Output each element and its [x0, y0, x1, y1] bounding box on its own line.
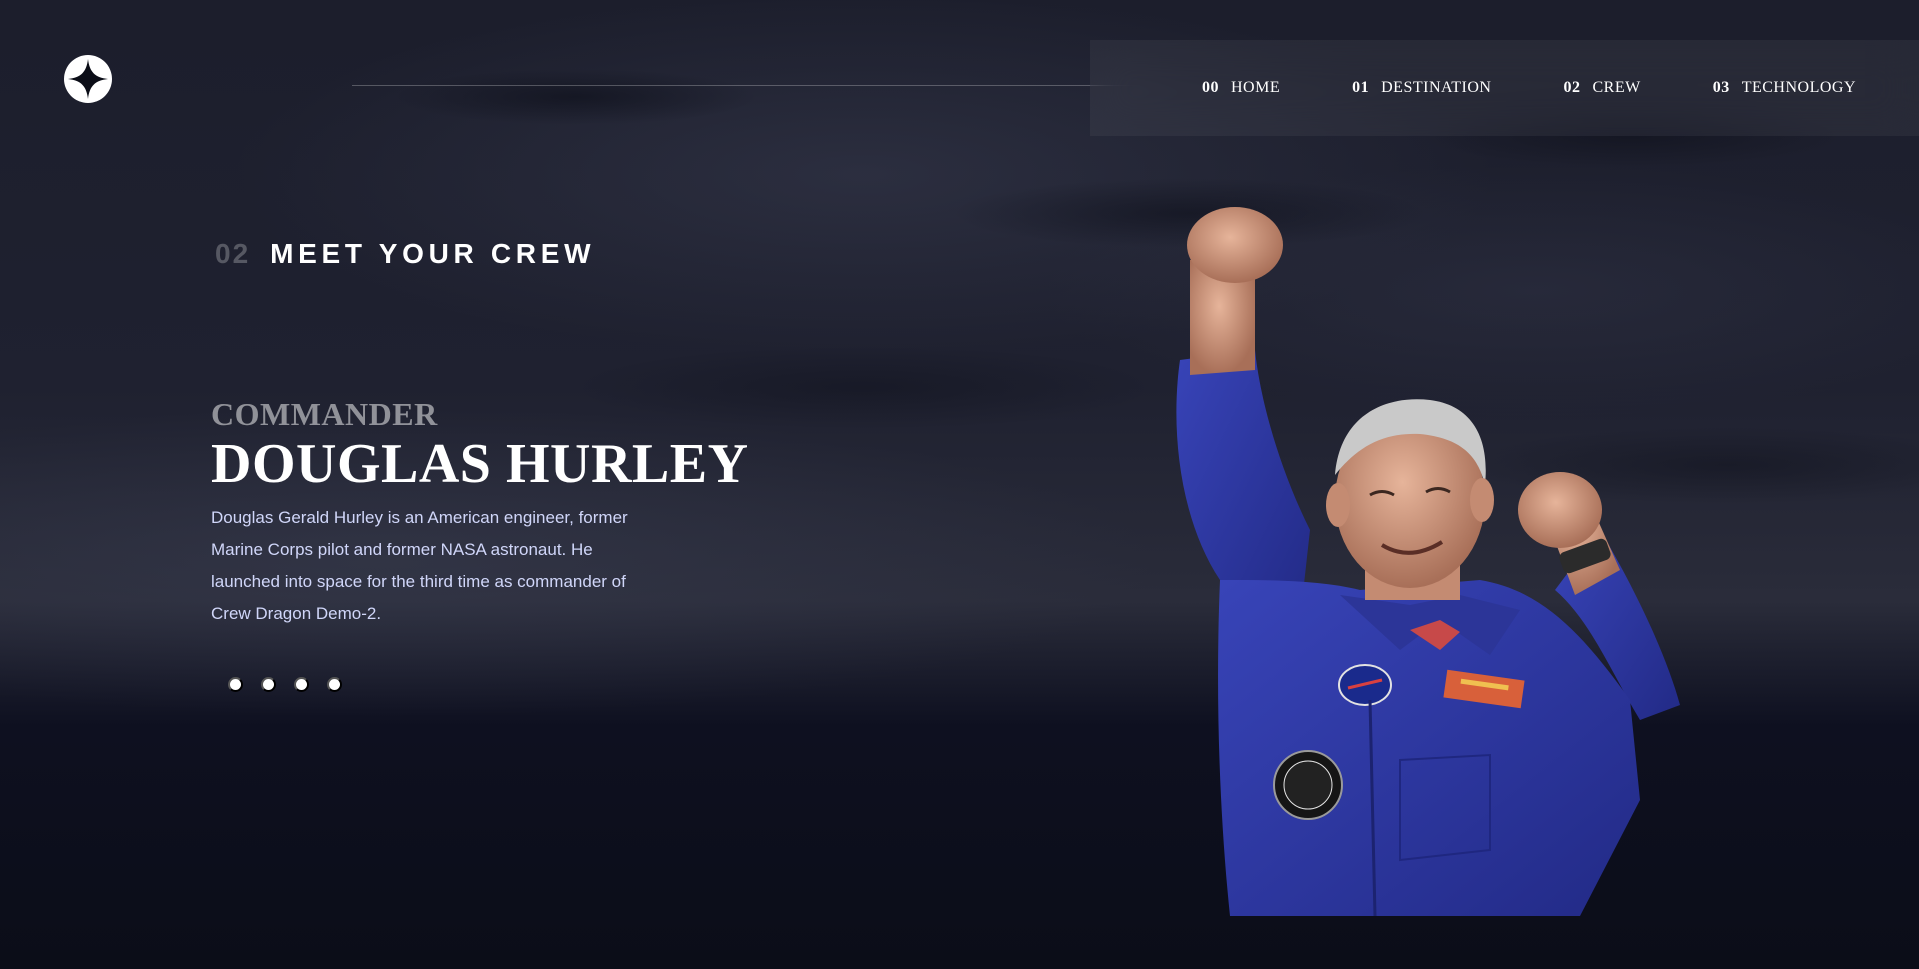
page-eyebrow: 02 MEET YOUR CREW	[215, 238, 595, 270]
crew-name: Douglas Hurley	[211, 433, 749, 495]
nav-item-label: TECHNOLOGY	[1741, 79, 1857, 96]
nav-item-home[interactable]: 00 HOME	[1202, 79, 1280, 97]
crew-bio: Douglas Gerald Hurley is an American eng…	[211, 508, 628, 623]
nav-item-crew[interactable]: 02 CREW	[1563, 79, 1640, 97]
logo-icon[interactable]	[64, 55, 112, 103]
crew-portrait-image	[1176, 207, 1680, 916]
nav-divider-line	[352, 85, 1155, 86]
crew-dot-2[interactable]	[261, 677, 276, 692]
page-eyebrow-label: MEET YOUR CREW	[270, 238, 596, 269]
nav-item-number: 00	[1202, 79, 1219, 96]
crew-pagination	[228, 677, 360, 692]
nav-item-number: 02	[1563, 79, 1581, 96]
nav-item-number: 01	[1352, 79, 1370, 96]
crew-dot-3[interactable]	[294, 677, 309, 692]
page-eyebrow-number: 02	[215, 238, 251, 269]
nav-item-label: CREW	[1592, 79, 1641, 96]
nav-item-label: HOME	[1231, 79, 1281, 96]
nav-item-label: DESTINATION	[1381, 79, 1492, 96]
crew-role: Commander	[211, 396, 438, 432]
nav-item-number: 03	[1712, 79, 1730, 96]
nav-item-destination[interactable]: 01 DESTINATION	[1352, 79, 1491, 97]
nav-item-technology[interactable]: 03 TECHNOLOGY	[1713, 79, 1856, 97]
main-navigation: 00 HOME 01 DESTINATION 02 CREW 03 TECHNO…	[1090, 40, 1919, 136]
crew-dot-4[interactable]	[327, 677, 342, 692]
crew-dot-1[interactable]	[228, 677, 243, 692]
four-point-star-icon	[68, 59, 108, 99]
